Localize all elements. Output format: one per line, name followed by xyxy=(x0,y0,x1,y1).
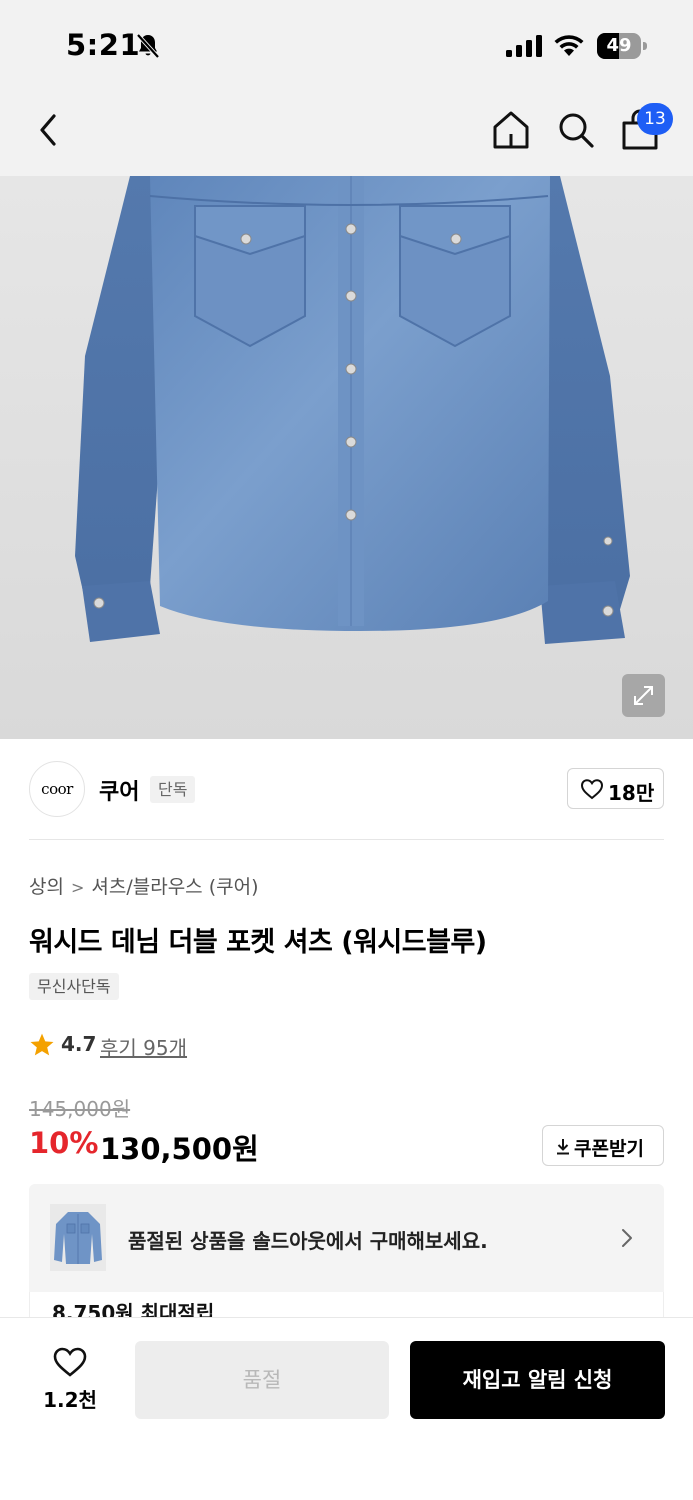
heart-icon xyxy=(580,779,604,800)
bell-slash-icon xyxy=(136,33,160,59)
chevron-right-icon xyxy=(622,1229,632,1247)
wifi-icon xyxy=(554,35,584,56)
cart-count-badge: 13 xyxy=(637,103,673,135)
coupon-label: 쿠폰받기 xyxy=(574,1138,644,1160)
bottom-action-bar: 1.2천 품절 재입고 알림 신청 xyxy=(0,1317,693,1500)
status-time: 5:21 xyxy=(66,28,141,62)
discount-rate: 10% xyxy=(29,1126,99,1160)
home-icon[interactable] xyxy=(490,108,532,152)
signal-icon xyxy=(506,35,542,57)
restock-alert-button[interactable]: 재입고 알림 신청 xyxy=(410,1341,665,1419)
sale-price: 130,500원 xyxy=(100,1132,259,1166)
breadcrumb-category[interactable]: 상의 xyxy=(29,876,64,898)
divider xyxy=(29,839,664,840)
musinsa-exclusive-tag: 무신사단독 xyxy=(29,973,119,1000)
chevron-right-icon: > xyxy=(70,878,85,897)
expand-image-button[interactable] xyxy=(622,674,665,717)
product-title: 워시드 데님 더블 포켓 셔츠 (워시드블루) xyxy=(29,927,487,958)
product-image[interactable] xyxy=(0,176,693,739)
search-icon[interactable] xyxy=(555,108,597,152)
brand-exclusive-tag: 단독 xyxy=(150,776,196,803)
breadcrumb-subcategory[interactable]: 셔츠/블라우스 (쿠어) xyxy=(91,876,258,898)
brand-like-button[interactable]: 18만 xyxy=(567,768,664,809)
soldout-banner[interactable]: 품절된 상품을 솔드아웃에서 구매해보세요. xyxy=(29,1184,664,1292)
brand-name[interactable]: 쿠어 xyxy=(99,774,139,806)
breadcrumb: 상의 > 셔츠/블라우스 (쿠어) xyxy=(29,872,258,899)
rating-value: 4.7 xyxy=(61,1032,97,1056)
battery-level: 49 xyxy=(606,35,632,56)
shirt-thumbnail-icon xyxy=(54,1212,102,1264)
heart-icon xyxy=(53,1347,87,1377)
review-link[interactable]: 후기 95개 xyxy=(100,1032,187,1061)
soldout-banner-text: 품절된 상품을 솔드아웃에서 구매해보세요. xyxy=(128,1229,488,1253)
wishlist-button[interactable]: 1.2천 xyxy=(30,1344,110,1414)
status-bar: 5:21 49 xyxy=(0,0,693,88)
brand-logo[interactable]: coor xyxy=(29,761,85,817)
expand-icon xyxy=(634,686,653,705)
brand-like-count: 18만 xyxy=(608,781,655,805)
back-icon[interactable] xyxy=(34,110,66,150)
battery-icon: 49 xyxy=(597,33,647,59)
coupon-download-button[interactable]: 쿠폰받기 xyxy=(542,1125,664,1166)
wishlist-count: 1.2천 xyxy=(43,1388,97,1412)
banner-thumbnail xyxy=(50,1204,106,1271)
denim-shirt-image xyxy=(75,176,630,644)
original-price: 145,000원 xyxy=(29,1097,131,1121)
soldout-button: 품절 xyxy=(135,1341,389,1419)
top-nav-bar xyxy=(0,88,693,176)
star-icon xyxy=(30,1033,54,1056)
download-icon xyxy=(557,1139,569,1155)
